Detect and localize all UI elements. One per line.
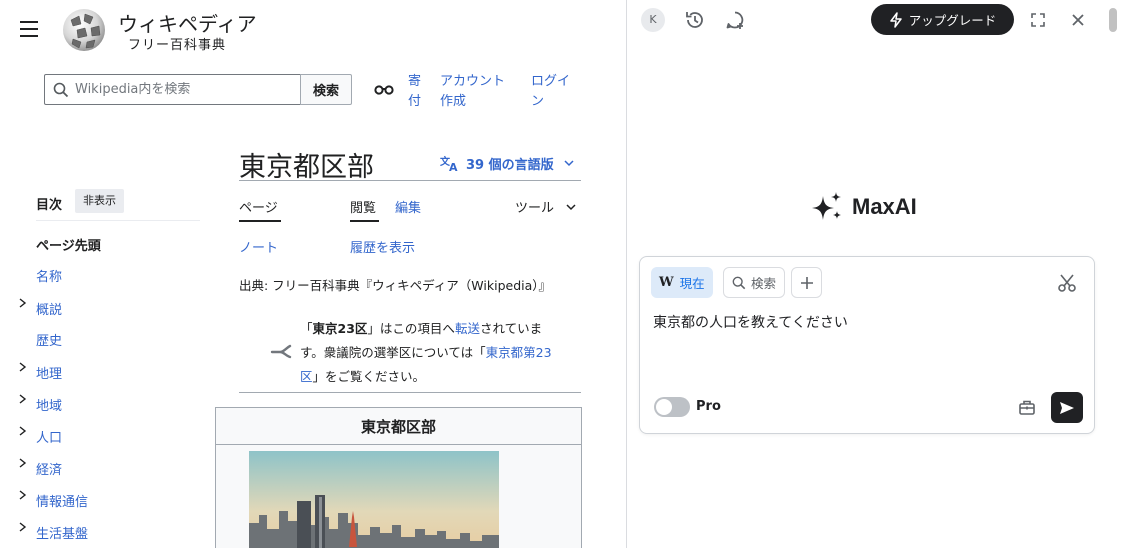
chevron-down-icon [566, 204, 576, 211]
toc-item-infrastructure[interactable]: 生活基盤 [36, 523, 88, 542]
hatnote-open: 「 [300, 321, 313, 336]
browser-window: ウィキペディア フリー百科事典 検索 寄 付 アカウント 作成 ログイ ン [0, 0, 1122, 548]
avatar[interactable]: K [641, 8, 665, 32]
context-chip-search-label: 検索 [751, 276, 777, 291]
infobox-title: 東京都区部 [360, 418, 436, 436]
hatnote-text-1: 」はこの項目へ [367, 321, 455, 336]
tab-edit[interactable]: 編集 [395, 197, 421, 216]
search-icon [732, 276, 746, 289]
hatnote: 「東京23区」はこの項目へ転送されています。衆議院の選挙区については「東京都第2… [300, 317, 560, 389]
search-icon [53, 82, 69, 97]
hatnote-divider [239, 392, 581, 393]
wikipedia-tagline: フリー百科事典 [128, 38, 227, 53]
toc-item-overview[interactable]: 概説 [36, 299, 62, 318]
search-input[interactable] [75, 82, 285, 97]
sparkles-icon [812, 192, 841, 220]
new-chat-icon[interactable] [723, 8, 747, 32]
page-title: 東京都区部 [239, 152, 374, 183]
expand-icon[interactable] [1026, 8, 1050, 32]
chevron-right-icon[interactable] [19, 458, 27, 468]
wikipedia-globe-logo[interactable] [59, 6, 109, 52]
donate-link-line2: 付 [408, 94, 422, 109]
lightning-icon [889, 11, 902, 28]
language-button[interactable]: 文 A 39 個の言語版 [440, 152, 576, 174]
scrollbar-thumb[interactable] [1109, 8, 1117, 32]
tab-page[interactable]: ページ [239, 197, 278, 216]
donate-link-line1: 寄 [408, 74, 422, 89]
chevron-right-icon[interactable] [19, 394, 27, 404]
maxai-brand: MaxAI [810, 190, 917, 224]
close-icon[interactable] [1066, 8, 1090, 32]
toc-item-regions[interactable]: 地域 [36, 395, 62, 414]
tokyo-skyline-image[interactable] [249, 451, 499, 548]
wikipedia-pane: ウィキペディア フリー百科事典 検索 寄 付 アカウント 作成 ログイ ン [0, 0, 626, 548]
toc-item-telecom[interactable]: 情報通信 [36, 491, 88, 510]
toc-item-population[interactable]: 人口 [36, 427, 62, 446]
send-button[interactable] [1051, 392, 1083, 423]
pro-toggle[interactable] [654, 397, 690, 417]
title-divider [239, 180, 581, 181]
chevron-right-icon[interactable] [19, 362, 27, 372]
wikipedia-wordmark[interactable]: ウィキペディア [118, 8, 257, 37]
toc-item-economy[interactable]: 経済 [36, 459, 62, 478]
chevron-right-icon[interactable] [19, 490, 27, 500]
toc-item-name[interactable]: 名称 [36, 266, 62, 285]
toc-item-top[interactable]: ページ先頭 [36, 235, 101, 254]
chat-prompt-input[interactable]: 東京都の人口を教えてください [653, 312, 1073, 372]
context-chip-current[interactable]: W 現在 [651, 267, 713, 298]
tools-menu[interactable]: ツール [515, 197, 578, 216]
toc-hide-button[interactable]: 非表示 [75, 189, 124, 213]
translate-icon: 文 A [440, 155, 458, 172]
main-menu-icon[interactable] [20, 21, 38, 37]
toc-item-history[interactable]: 歴史 [36, 330, 62, 349]
infobox: 東京都区部 [215, 407, 582, 548]
create-account-line2: 作成 [440, 94, 467, 109]
tab-read[interactable]: 閲覧 [350, 197, 376, 216]
chevron-right-icon[interactable] [19, 522, 27, 532]
create-account-link[interactable]: アカウント 作成 [440, 72, 505, 112]
create-account-line1: アカウント [440, 74, 506, 89]
infobox-divider [216, 444, 581, 445]
redirect-link[interactable]: 転送 [455, 321, 480, 336]
redirect-icon [270, 344, 292, 359]
appearance-glasses-icon[interactable] [374, 82, 394, 96]
upgrade-button[interactable]: アップグレード [871, 4, 1014, 35]
tab-history[interactable]: 履歴を表示 [350, 237, 415, 256]
toc-title: 目次 [36, 198, 63, 213]
chevron-right-icon[interactable] [19, 298, 27, 308]
tab-read-indicator [350, 220, 379, 222]
scissors-icon[interactable] [1057, 273, 1077, 293]
login-link-line1: ログイ [531, 74, 571, 89]
login-link[interactable]: ログイ ン [531, 72, 570, 112]
chat-input-box: W 現在 検索 東京都の人口を教えてください Pro [639, 256, 1095, 434]
chevron-right-icon[interactable] [19, 426, 27, 436]
site-sub: 出典: フリー百科事典『ウィキペディア（Wikipedia）』 [239, 278, 552, 293]
brand-name: MaxAI [852, 194, 917, 219]
chevron-down-icon [564, 160, 574, 167]
toc-divider [36, 220, 200, 221]
tab-talk[interactable]: ノート [239, 237, 278, 256]
context-chip-current-label: 現在 [679, 276, 705, 291]
wikipedia-w-icon: W [659, 275, 674, 290]
toc-item-geography[interactable]: 地理 [36, 363, 62, 382]
maxai-sidebar: K アップグレード MaxAI W 現在 検索 東京都の人口を教えてください P… [627, 0, 1122, 548]
hatnote-text-3: 」をご覧ください。 [312, 369, 426, 384]
history-icon[interactable] [683, 8, 707, 32]
hatnote-term: 東京23区 [312, 321, 368, 336]
upgrade-label: アップグレード [908, 13, 997, 28]
plus-icon [800, 276, 813, 289]
prompt-library-icon[interactable] [1017, 397, 1037, 417]
search-field [44, 74, 301, 105]
svg-text:A: A [449, 161, 458, 172]
donate-link[interactable]: 寄 付 [408, 72, 421, 112]
login-link-line2: ン [531, 94, 545, 109]
send-icon [1060, 401, 1074, 414]
context-chip-search[interactable]: 検索 [723, 267, 786, 298]
tab-page-indicator [239, 220, 281, 222]
language-count: 39 個の言語版 [466, 157, 554, 173]
tools-label: ツール [515, 201, 555, 216]
add-context-button[interactable] [791, 267, 822, 298]
pro-toggle-label: Pro [696, 399, 721, 414]
search-button[interactable]: 検索 [300, 74, 352, 105]
